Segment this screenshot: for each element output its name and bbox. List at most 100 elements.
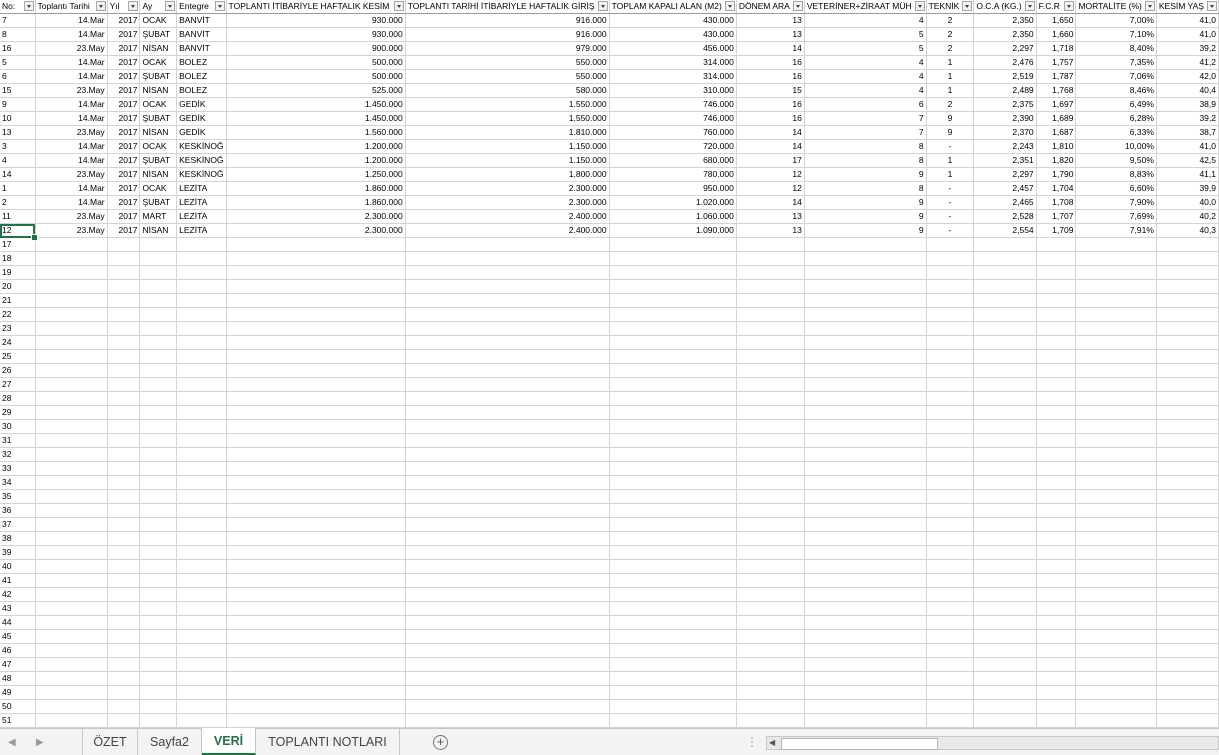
table-cell[interactable]: 18 [0, 251, 36, 266]
table-cell[interactable] [1075, 335, 1157, 350]
table-cell[interactable] [1075, 517, 1157, 532]
table-cell[interactable]: 14.Mar [35, 181, 108, 196]
table-cell[interactable] [736, 629, 805, 644]
table-cell[interactable] [1036, 587, 1077, 602]
table-cell[interactable] [1156, 265, 1219, 280]
table-cell[interactable] [35, 699, 108, 714]
table-cell[interactable] [1036, 433, 1077, 448]
table-cell[interactable] [973, 461, 1037, 476]
table-cell[interactable] [139, 531, 178, 546]
table-cell[interactable] [736, 643, 805, 658]
table-cell[interactable] [804, 475, 927, 490]
table-cell[interactable]: 12 [0, 223, 36, 238]
table-cell[interactable]: OCAK [139, 55, 178, 70]
table-cell[interactable] [405, 293, 610, 308]
table-cell[interactable] [35, 433, 108, 448]
table-cell[interactable]: 14.Mar [35, 27, 108, 42]
table-cell[interactable]: 7,00% [1075, 13, 1157, 28]
table-cell[interactable] [973, 643, 1037, 658]
table-cell[interactable] [139, 349, 178, 364]
table-cell[interactable]: 2,489 [973, 83, 1037, 98]
table-cell[interactable] [176, 657, 227, 672]
table-cell[interactable] [176, 643, 227, 658]
table-cell[interactable] [1156, 251, 1219, 266]
table-cell[interactable] [1036, 377, 1077, 392]
table-cell[interactable] [176, 671, 227, 686]
table-cell[interactable] [226, 601, 406, 616]
table-cell[interactable] [405, 279, 610, 294]
table-cell[interactable] [973, 279, 1037, 294]
column-header[interactable]: TOPLANTI TARİHİ İTİBARİYLE HAFTALIK GİRİ… [405, 0, 610, 14]
table-cell[interactable] [107, 629, 141, 644]
table-cell[interactable] [176, 433, 227, 448]
table-cell[interactable] [1075, 671, 1157, 686]
table-cell[interactable] [1036, 503, 1077, 518]
table-cell[interactable] [1075, 559, 1157, 574]
table-cell[interactable]: 20 [0, 279, 36, 294]
table-cell[interactable] [226, 615, 406, 630]
table-cell[interactable] [107, 349, 141, 364]
table-cell[interactable] [176, 405, 227, 420]
table-cell[interactable]: 14 [736, 195, 805, 210]
fill-handle[interactable] [31, 233, 39, 241]
table-cell[interactable] [1075, 307, 1157, 322]
table-cell[interactable]: 3 [0, 139, 36, 154]
table-cell[interactable]: 44 [0, 615, 36, 630]
table-cell[interactable] [926, 615, 975, 630]
table-cell[interactable]: 2 [926, 41, 975, 56]
table-cell[interactable]: BANVİT [176, 41, 227, 56]
table-cell[interactable] [1156, 629, 1219, 644]
table-cell[interactable] [139, 643, 178, 658]
table-cell[interactable] [736, 349, 805, 364]
table-cell[interactable]: 1.150.000 [405, 139, 610, 154]
table-cell[interactable]: 38,9 [1156, 97, 1219, 112]
table-cell[interactable]: 8 [0, 27, 36, 42]
table-cell[interactable] [35, 279, 108, 294]
table-cell[interactable]: 6,49% [1075, 97, 1157, 112]
table-cell[interactable] [1156, 489, 1219, 504]
table-cell[interactable]: 2017 [107, 223, 141, 238]
table-cell[interactable]: LEZİTA [176, 181, 227, 196]
table-cell[interactable] [926, 657, 975, 672]
table-cell[interactable] [226, 405, 406, 420]
table-cell[interactable] [405, 237, 610, 252]
table-cell[interactable] [1156, 657, 1219, 672]
table-cell[interactable] [1036, 601, 1077, 616]
table-cell[interactable] [1156, 713, 1219, 728]
table-cell[interactable] [926, 713, 975, 728]
table-cell[interactable]: 780.000 [609, 167, 737, 182]
table-cell[interactable]: 1.550.000 [405, 97, 610, 112]
table-cell[interactable]: 16 [0, 41, 36, 56]
table-cell[interactable]: 30 [0, 419, 36, 434]
table-cell[interactable]: 2017 [107, 97, 141, 112]
table-cell[interactable]: 23 [0, 321, 36, 336]
table-cell[interactable] [405, 615, 610, 630]
table-cell[interactable] [926, 685, 975, 700]
table-cell[interactable] [1156, 307, 1219, 322]
table-cell[interactable] [973, 377, 1037, 392]
table-cell[interactable]: 1,650 [1036, 13, 1077, 28]
table-cell[interactable] [736, 251, 805, 266]
table-cell[interactable]: 9 [926, 111, 975, 126]
table-cell[interactable]: 2.300.000 [405, 195, 610, 210]
table-cell[interactable]: 760.000 [609, 125, 737, 140]
table-cell[interactable]: 1.450.000 [226, 97, 406, 112]
table-cell[interactable] [176, 503, 227, 518]
table-cell[interactable] [609, 503, 737, 518]
table-cell[interactable] [176, 629, 227, 644]
table-cell[interactable] [226, 237, 406, 252]
table-cell[interactable]: 14.Mar [35, 13, 108, 28]
table-cell[interactable]: 14.Mar [35, 153, 108, 168]
more-options-icon[interactable]: ⋮ [746, 735, 758, 749]
table-cell[interactable]: 2,390 [973, 111, 1037, 126]
table-cell[interactable] [1036, 293, 1077, 308]
table-cell[interactable] [736, 685, 805, 700]
table-cell[interactable]: 14 [0, 167, 36, 182]
table-cell[interactable]: MART [139, 209, 178, 224]
table-cell[interactable] [804, 713, 927, 728]
table-cell[interactable] [107, 489, 141, 504]
table-cell[interactable] [1075, 279, 1157, 294]
table-cell[interactable]: 41,2 [1156, 55, 1219, 70]
table-cell[interactable] [609, 615, 737, 630]
table-cell[interactable] [804, 531, 927, 546]
